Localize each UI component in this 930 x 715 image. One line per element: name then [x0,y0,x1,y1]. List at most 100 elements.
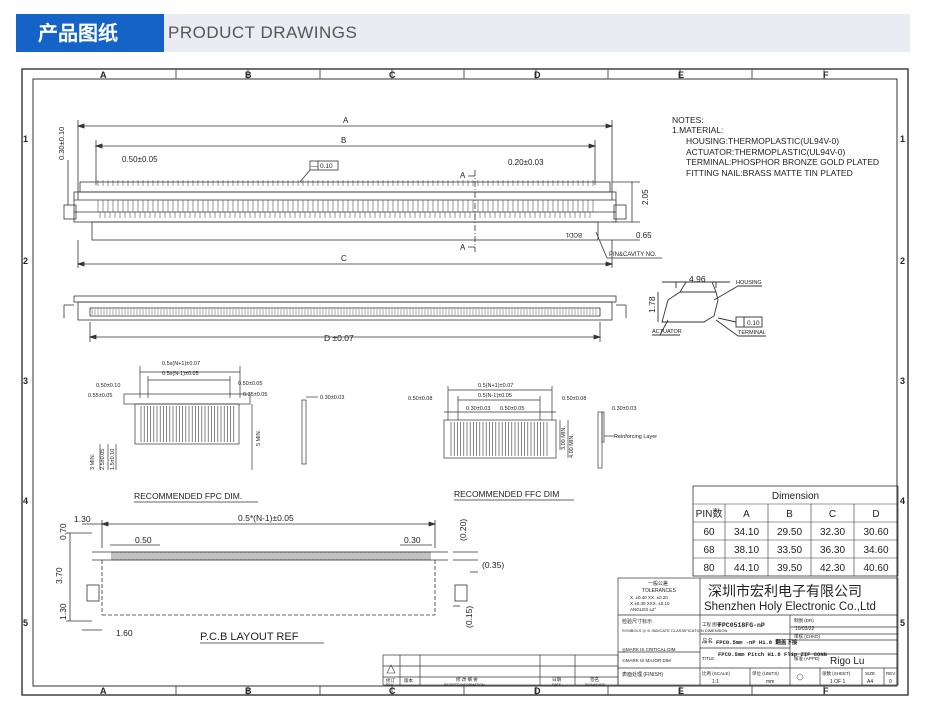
check-label: 审核 (CHKD) [794,633,820,640]
fpc-dim: 0.5x(N+1)±0.07 [162,361,200,367]
pcb-pad [207,551,211,561]
section-a-bottom: A [460,243,466,252]
pcb-pad [319,551,323,561]
pcb-pad [231,551,235,561]
pcb-pad [299,551,303,561]
pcb-pad [143,551,147,561]
pcb-pad [363,551,367,561]
offset-label: 0.30±0.10 [57,127,66,160]
pcb-pad [407,551,411,561]
flatness-value: 0.10 [320,163,333,170]
pcb-pad [303,551,307,561]
rev-sub: DATE [552,683,562,687]
fpc-dim: 2.5±0.05 [100,449,106,470]
pcb-pad [315,551,319,561]
pcb-dim: (0.15) [464,606,474,628]
ffc-labels: 0.5(N+1)±0.07 0.5(N-1)±0.05 0.50±0.08 0.… [408,383,657,499]
lead-label: 0.65 [636,231,652,240]
desc-label: 品名 [702,637,713,645]
front-view-pins [91,309,597,315]
notes-line: HOUSING:THERMOPLASTIC(UL94V-0) [686,136,839,146]
pcb-pad [351,551,355,561]
zone-column-label: C [389,70,396,80]
pcb-dim: 0.50 [135,535,152,545]
notes-line: FITTING NAIL:BRASS MATTE TIN PLATED [686,168,853,178]
approve-label: 核准 (APPD) [794,655,820,662]
pcb-pad [387,551,391,561]
pcb-pad [195,551,199,561]
fpc-fingers [140,406,235,442]
zone-column-label: E [678,70,684,80]
pcb-pad [295,551,299,561]
pcb-pad [131,551,135,561]
product-drawing: AABBCCDDEEFF1122334455 NOTES: 1.MATERIAL… [21,68,909,696]
table-cell: 34.10 [734,527,759,538]
zone-column-label: A [100,686,107,696]
rev-header: 修 改 摘 要 [456,676,478,683]
pcb-pad [403,551,407,561]
ffc-dim: 0.30±0.03 [466,406,490,412]
scale-label: 比例 (SCALE) [702,670,731,677]
fpc-dim: 0.50±0.05 [238,381,262,387]
pcb-dim: 0.70 [58,523,68,540]
table-cell: 36.30 [820,545,845,556]
tolerance-line: ANGLES ±2° [630,607,656,612]
reinforcing-label: Reinforcing Layer [614,434,657,440]
table-cell: 44.10 [734,563,759,574]
table-cell: 38.10 [734,545,759,556]
ffc-dim: 0.50±0.05 [500,406,524,412]
pcb-pad [179,551,183,561]
rev-header: 签名 [590,676,599,683]
pcb-pad [219,551,223,561]
pcb-pad [223,551,227,561]
fpc-dim: 3 MIN. [90,453,96,470]
pcb-pad [347,551,351,561]
title-block-text: 一般公差 TOLERANCES X. ±0.40 XX. ±0.20 X ±0.… [622,580,895,685]
pcb-pad [287,551,291,561]
company-cn: 深圳市宏利电子有限公司 [708,583,862,599]
fpc-drawing [99,366,318,470]
desc: FPC0.5mm -nP H1.8 翻盖下接 [716,638,798,646]
pcb-pad [203,551,207,561]
table-cell: 68 [703,545,715,556]
dimension-table: Dimension PIN数 60 68 80 A 34.10 38.10 44.10 B 29.5… [692,485,899,577]
revision-block: 修订 版本 修 改 摘 要 日期 签名 REV REVISED INFORMAT… [386,664,606,687]
pcb-pad [163,551,167,561]
zone-row-label: 1 [900,134,905,144]
pcb-pad [395,551,399,561]
zone-row-label: 3 [900,376,905,386]
pcb-pad [327,551,331,561]
ffc-dim: 0.5(N-1)±0.05 [478,393,512,399]
pcb-pad [159,551,163,561]
table-cell: 60 [703,527,715,538]
critical-mark: ◎MARK IS CRITICAL DIM [622,647,676,652]
pcb-pad [111,551,115,561]
rev-label: REV [886,671,895,676]
pcb-pad [271,551,275,561]
tolerance-line: X. ±0.40 XX. ±0.20 [630,595,668,600]
height-label: 2.05 [641,189,650,205]
part-mark: BOD1 [565,231,582,237]
terminal-label: TERMINAL [738,330,766,336]
pcb-pad [263,551,267,561]
pcb-pad [235,551,239,561]
ffc-fingers [450,422,548,456]
fpc-dim: 0.50±0.10 [96,383,120,389]
pitch-label: 0.50±0.05 [122,155,158,164]
pcb-pad [147,551,151,561]
pin-cavity-label: PIN&CAVITY NO. [609,252,657,258]
dim-a-label: A [343,116,349,125]
pcb-pad [119,551,123,561]
pcb-dim: 0.30 [404,535,421,545]
notes-line: 1.MATERIAL: [672,125,723,135]
pcb-pad [199,551,203,561]
pcb-pad [375,551,379,561]
pcb-pad [391,551,395,561]
pcb-pad [411,551,415,561]
pcb-pad [255,551,259,561]
pcb-pad [267,551,271,561]
pcb-pad [323,551,327,561]
zone-row-label: 4 [23,496,28,506]
zone-column-label: D [534,70,541,80]
fpc-dim: 5 MIN. [256,429,262,446]
